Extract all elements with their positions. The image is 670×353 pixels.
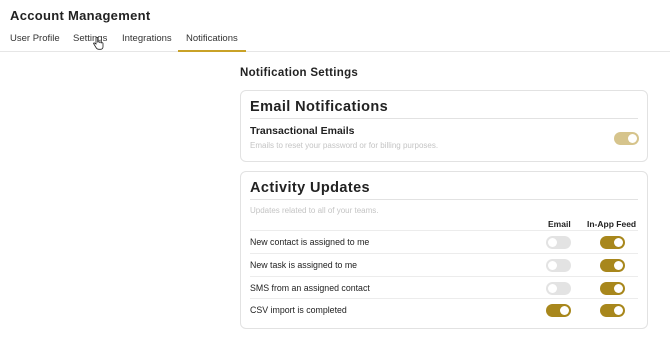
table-row: New contact is assigned to me bbox=[250, 230, 638, 252]
tab-user-profile[interactable]: User Profile bbox=[10, 33, 60, 50]
transactional-emails-toggle[interactable] bbox=[614, 132, 639, 145]
row-label: New contact is assigned to me bbox=[250, 237, 370, 247]
table-row: CSV import is completed bbox=[250, 298, 638, 320]
email-toggle[interactable] bbox=[546, 282, 571, 295]
pointer-cursor-icon bbox=[93, 36, 104, 55]
table-row: SMS from an assigned contact bbox=[250, 276, 638, 298]
row-label: CSV import is completed bbox=[250, 305, 347, 315]
transactional-emails-desc: Emails to reset your password or for bil… bbox=[250, 141, 439, 150]
email-card-title: Email Notifications bbox=[250, 99, 389, 115]
row-label: New task is assigned to me bbox=[250, 260, 358, 270]
activity-updates-desc: Updates related to all of your teams. bbox=[250, 206, 379, 215]
in-app-feed-toggle[interactable] bbox=[600, 304, 625, 317]
in-app-feed-toggle[interactable] bbox=[600, 259, 625, 272]
in-app-feed-toggle[interactable] bbox=[600, 282, 625, 295]
email-toggle[interactable] bbox=[546, 236, 571, 249]
divider bbox=[250, 118, 638, 119]
activity-card-title: Activity Updates bbox=[250, 180, 371, 196]
activity-updates-card: Activity Updates Updates related to all … bbox=[240, 171, 648, 329]
column-header-in-app-feed: In-App Feed bbox=[587, 219, 637, 229]
row-label: SMS from an assigned contact bbox=[250, 283, 370, 293]
email-notifications-card: Email Notifications Transactional Emails… bbox=[240, 90, 648, 162]
transactional-emails-title: Transactional Emails bbox=[250, 125, 355, 137]
table-row: New task is assigned to me bbox=[250, 253, 638, 275]
divider bbox=[250, 199, 638, 200]
email-toggle[interactable] bbox=[546, 304, 571, 317]
email-toggle[interactable] bbox=[546, 259, 571, 272]
page-title: Notification Settings bbox=[240, 67, 359, 79]
tab-notifications[interactable]: Notifications bbox=[178, 33, 246, 52]
app-title: Account Management bbox=[10, 8, 151, 23]
tab-integrations[interactable]: Integrations bbox=[122, 33, 172, 50]
in-app-feed-toggle[interactable] bbox=[600, 236, 625, 249]
column-header-email: Email bbox=[548, 219, 571, 229]
